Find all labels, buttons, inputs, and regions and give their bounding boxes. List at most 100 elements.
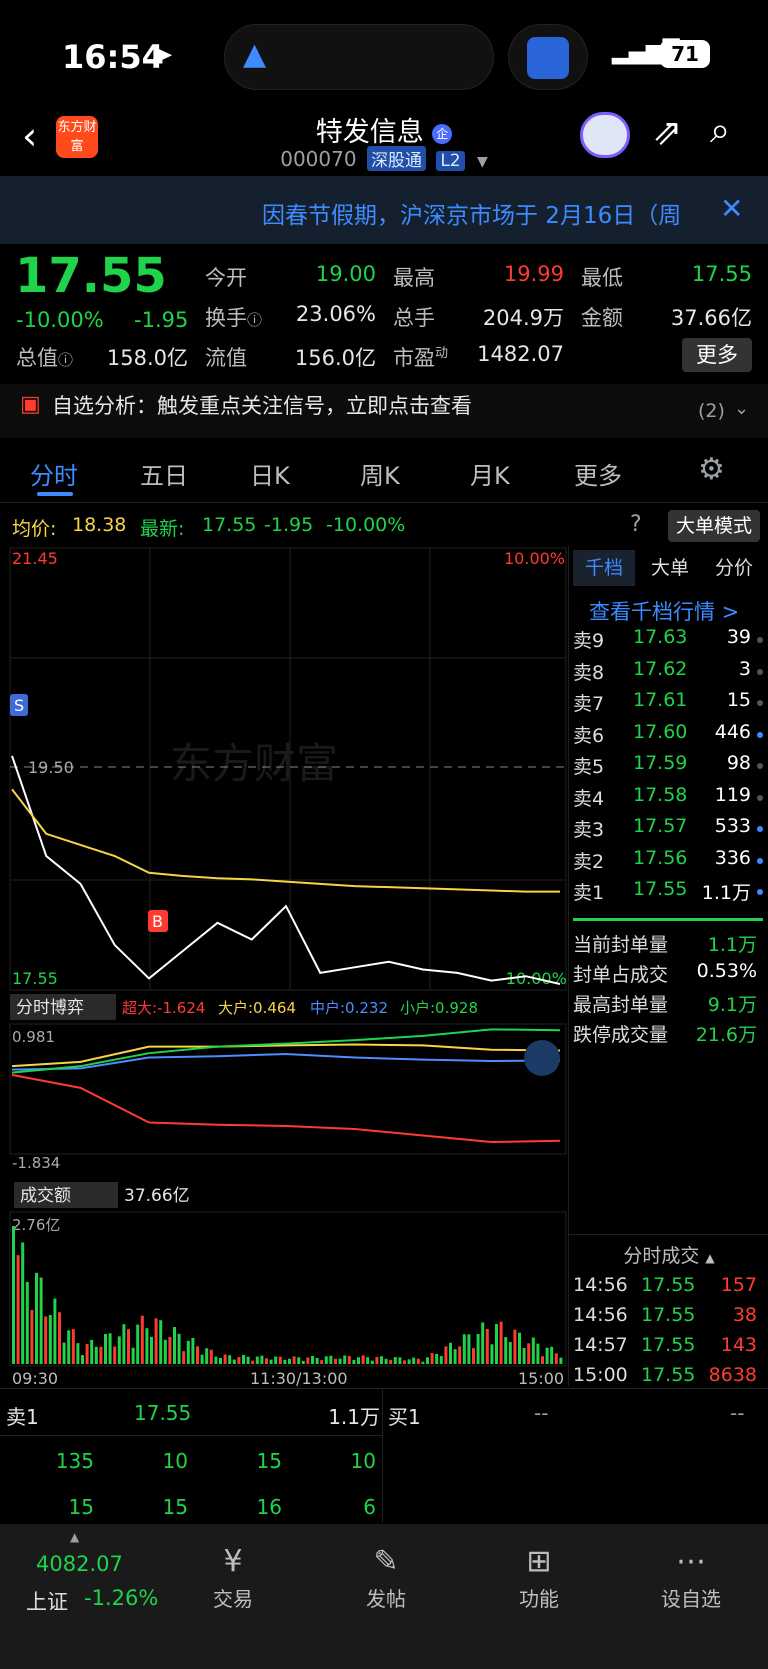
volume-bar: [223, 1354, 227, 1364]
ob-sell-row[interactable]: 卖2 17.56 336: [573, 847, 763, 877]
ob-tab-big[interactable]: 大单: [639, 550, 701, 586]
location-arrow-icon: ➤: [150, 38, 174, 71]
volume-bar: [292, 1356, 296, 1364]
expand-icon[interactable]: [524, 1040, 560, 1076]
nav-post[interactable]: ✎ 发帖: [336, 1544, 436, 1612]
volume-bar: [352, 1359, 356, 1364]
volume-bar: [357, 1357, 360, 1364]
ob-sell-row[interactable]: 卖7 17.61 15: [573, 689, 763, 719]
ob-sell-price: 17.60: [633, 720, 688, 743]
volume-bar: [76, 1343, 80, 1364]
ob-sell-vol: 15: [726, 689, 751, 711]
nav-trade[interactable]: ¥ 交易: [183, 1544, 283, 1612]
robot-avatar-icon[interactable]: [580, 112, 630, 158]
volume-bar: [458, 1346, 462, 1364]
ob-sell-row[interactable]: 卖6 17.60 446: [573, 721, 763, 751]
ob-sell-vol: 446: [714, 720, 751, 743]
vol-max: 2.76亿: [12, 1216, 60, 1234]
ob-sell-row[interactable]: 卖9 17.63 39: [573, 626, 763, 656]
ob-sell-row[interactable]: 卖4 17.58 119: [573, 784, 763, 814]
ob-link[interactable]: 查看千档行情 >: [589, 596, 739, 626]
volume-bar: [168, 1336, 172, 1364]
share-icon[interactable]: ⇗: [652, 112, 682, 153]
volume-bar: [504, 1337, 508, 1364]
info-icon[interactable]: ⓘ: [58, 351, 73, 369]
help-icon[interactable]: ?: [630, 512, 642, 537]
ob-sell-row[interactable]: 卖8 17.62 3: [573, 658, 763, 688]
volume-bar: [127, 1329, 130, 1364]
ob-sell-row[interactable]: 卖3 17.57 533: [573, 815, 763, 845]
battery-icon: 71: [660, 40, 710, 68]
volume-bar: [71, 1329, 75, 1364]
volume-bar: [117, 1336, 121, 1364]
close-icon[interactable]: ✕: [720, 192, 743, 225]
low-label: 最低: [581, 266, 623, 290]
ob-sell-price: 17.63: [633, 626, 688, 648]
game-label[interactable]: 分时博弈: [16, 998, 84, 1018]
volume-bar: [232, 1359, 236, 1364]
index-widget[interactable]: ▲ 4082.07 上证 -1.26%: [22, 1530, 182, 1624]
trades-title[interactable]: 分时成交 ▲: [569, 1234, 768, 1268]
intraday-chart[interactable]: 东方财富 21.45 10.00% 17.55 -10.00% 19.50 S …: [0, 546, 568, 1386]
sell-marker-label: S: [14, 696, 24, 715]
big-order-mode-button[interactable]: 大单模式: [668, 510, 760, 542]
level1-buy-label: 买1: [388, 1405, 421, 1429]
nav-function[interactable]: ⊞ 功能: [489, 1544, 589, 1612]
settings-icon[interactable]: ⚙: [698, 452, 725, 487]
game-small: 小户:0.928: [400, 999, 478, 1017]
volume-bar: [209, 1349, 213, 1364]
ob-sell-price: 17.62: [633, 657, 688, 680]
volume-bar: [205, 1348, 209, 1364]
more-button[interactable]: 更多: [682, 338, 752, 372]
holiday-notice[interactable]: 因春节假期，沪深京市场于 2月16日（周 ✕: [0, 176, 768, 244]
trade-time: 14:57: [573, 1334, 628, 1356]
level1-buy-vol: --: [730, 1401, 745, 1425]
tab-five-day[interactable]: 五日: [140, 456, 188, 491]
volume-bar: [274, 1356, 278, 1364]
level1-r2c3: 16: [256, 1495, 282, 1519]
ob-sell-row[interactable]: 卖1 17.55 1.1万: [573, 878, 763, 908]
analysis-banner[interactable]: ▣ 自选分析：触发重点关注信号，立即点击查看 (2) ⌄: [0, 384, 768, 438]
ob-sell-row[interactable]: 卖5 17.59 98: [573, 752, 763, 782]
ob-stat-row: 封单占成交 0.53%: [573, 960, 763, 990]
ob-sell-vol: 119: [714, 783, 751, 806]
ob-tab-price[interactable]: 分价: [703, 550, 765, 586]
tab-month-k[interactable]: 月K: [470, 456, 510, 491]
ob-dot-icon: [757, 637, 763, 643]
bottom-nav: ▲ 4082.07 上证 -1.26% ¥ 交易 ✎ 发帖 ⊞ 功能 ⋯ 设自选: [0, 1524, 768, 1669]
tab-intraday[interactable]: 分时: [30, 456, 78, 491]
game-series: [11, 1028, 561, 1144]
trade-time: 15:00: [573, 1364, 628, 1386]
volume-bar: [485, 1328, 489, 1364]
volume-bar: [412, 1357, 416, 1364]
trade-time: 14:56: [573, 1274, 628, 1296]
volume-bar: [242, 1354, 245, 1364]
series-super: [11, 1073, 561, 1144]
info-icon[interactable]: ⓘ: [247, 311, 262, 329]
search-icon[interactable]: ⌕: [710, 110, 730, 152]
ob-sell-label: 卖7: [573, 693, 605, 715]
volume-bar: [173, 1327, 176, 1364]
more-dots-icon: ⋯: [676, 1544, 706, 1579]
volume-bar: [499, 1321, 503, 1364]
volume-bar: [559, 1357, 563, 1364]
nav-add-watch[interactable]: ⋯ 设自选: [641, 1544, 741, 1612]
volume-bar: [527, 1343, 531, 1364]
vol-label[interactable]: 成交额: [20, 1186, 71, 1206]
volume-bar: [99, 1346, 103, 1364]
volume-bar: [320, 1360, 324, 1364]
tab-day-k[interactable]: 日K: [250, 456, 290, 491]
ob-sell-price: 17.59: [633, 752, 688, 774]
volume-bar: [393, 1357, 397, 1364]
volume-bar: [462, 1334, 466, 1364]
tab-more[interactable]: 更多: [574, 456, 622, 491]
volume-bar: [541, 1356, 544, 1364]
stock-header: ‹ 东方财富 特发信息 企 000070 深股通 L2 ▼ ⇗ ⌕: [0, 108, 768, 176]
chg-value: -1.95: [264, 514, 314, 536]
tab-week-k[interactable]: 周K: [360, 456, 400, 491]
volume-bar: [518, 1332, 521, 1364]
trade-price: 17.55: [641, 1274, 696, 1296]
volume-bar: [48, 1315, 52, 1364]
ob-tab-level[interactable]: 千档: [573, 550, 635, 586]
volume-bar: [398, 1357, 402, 1364]
